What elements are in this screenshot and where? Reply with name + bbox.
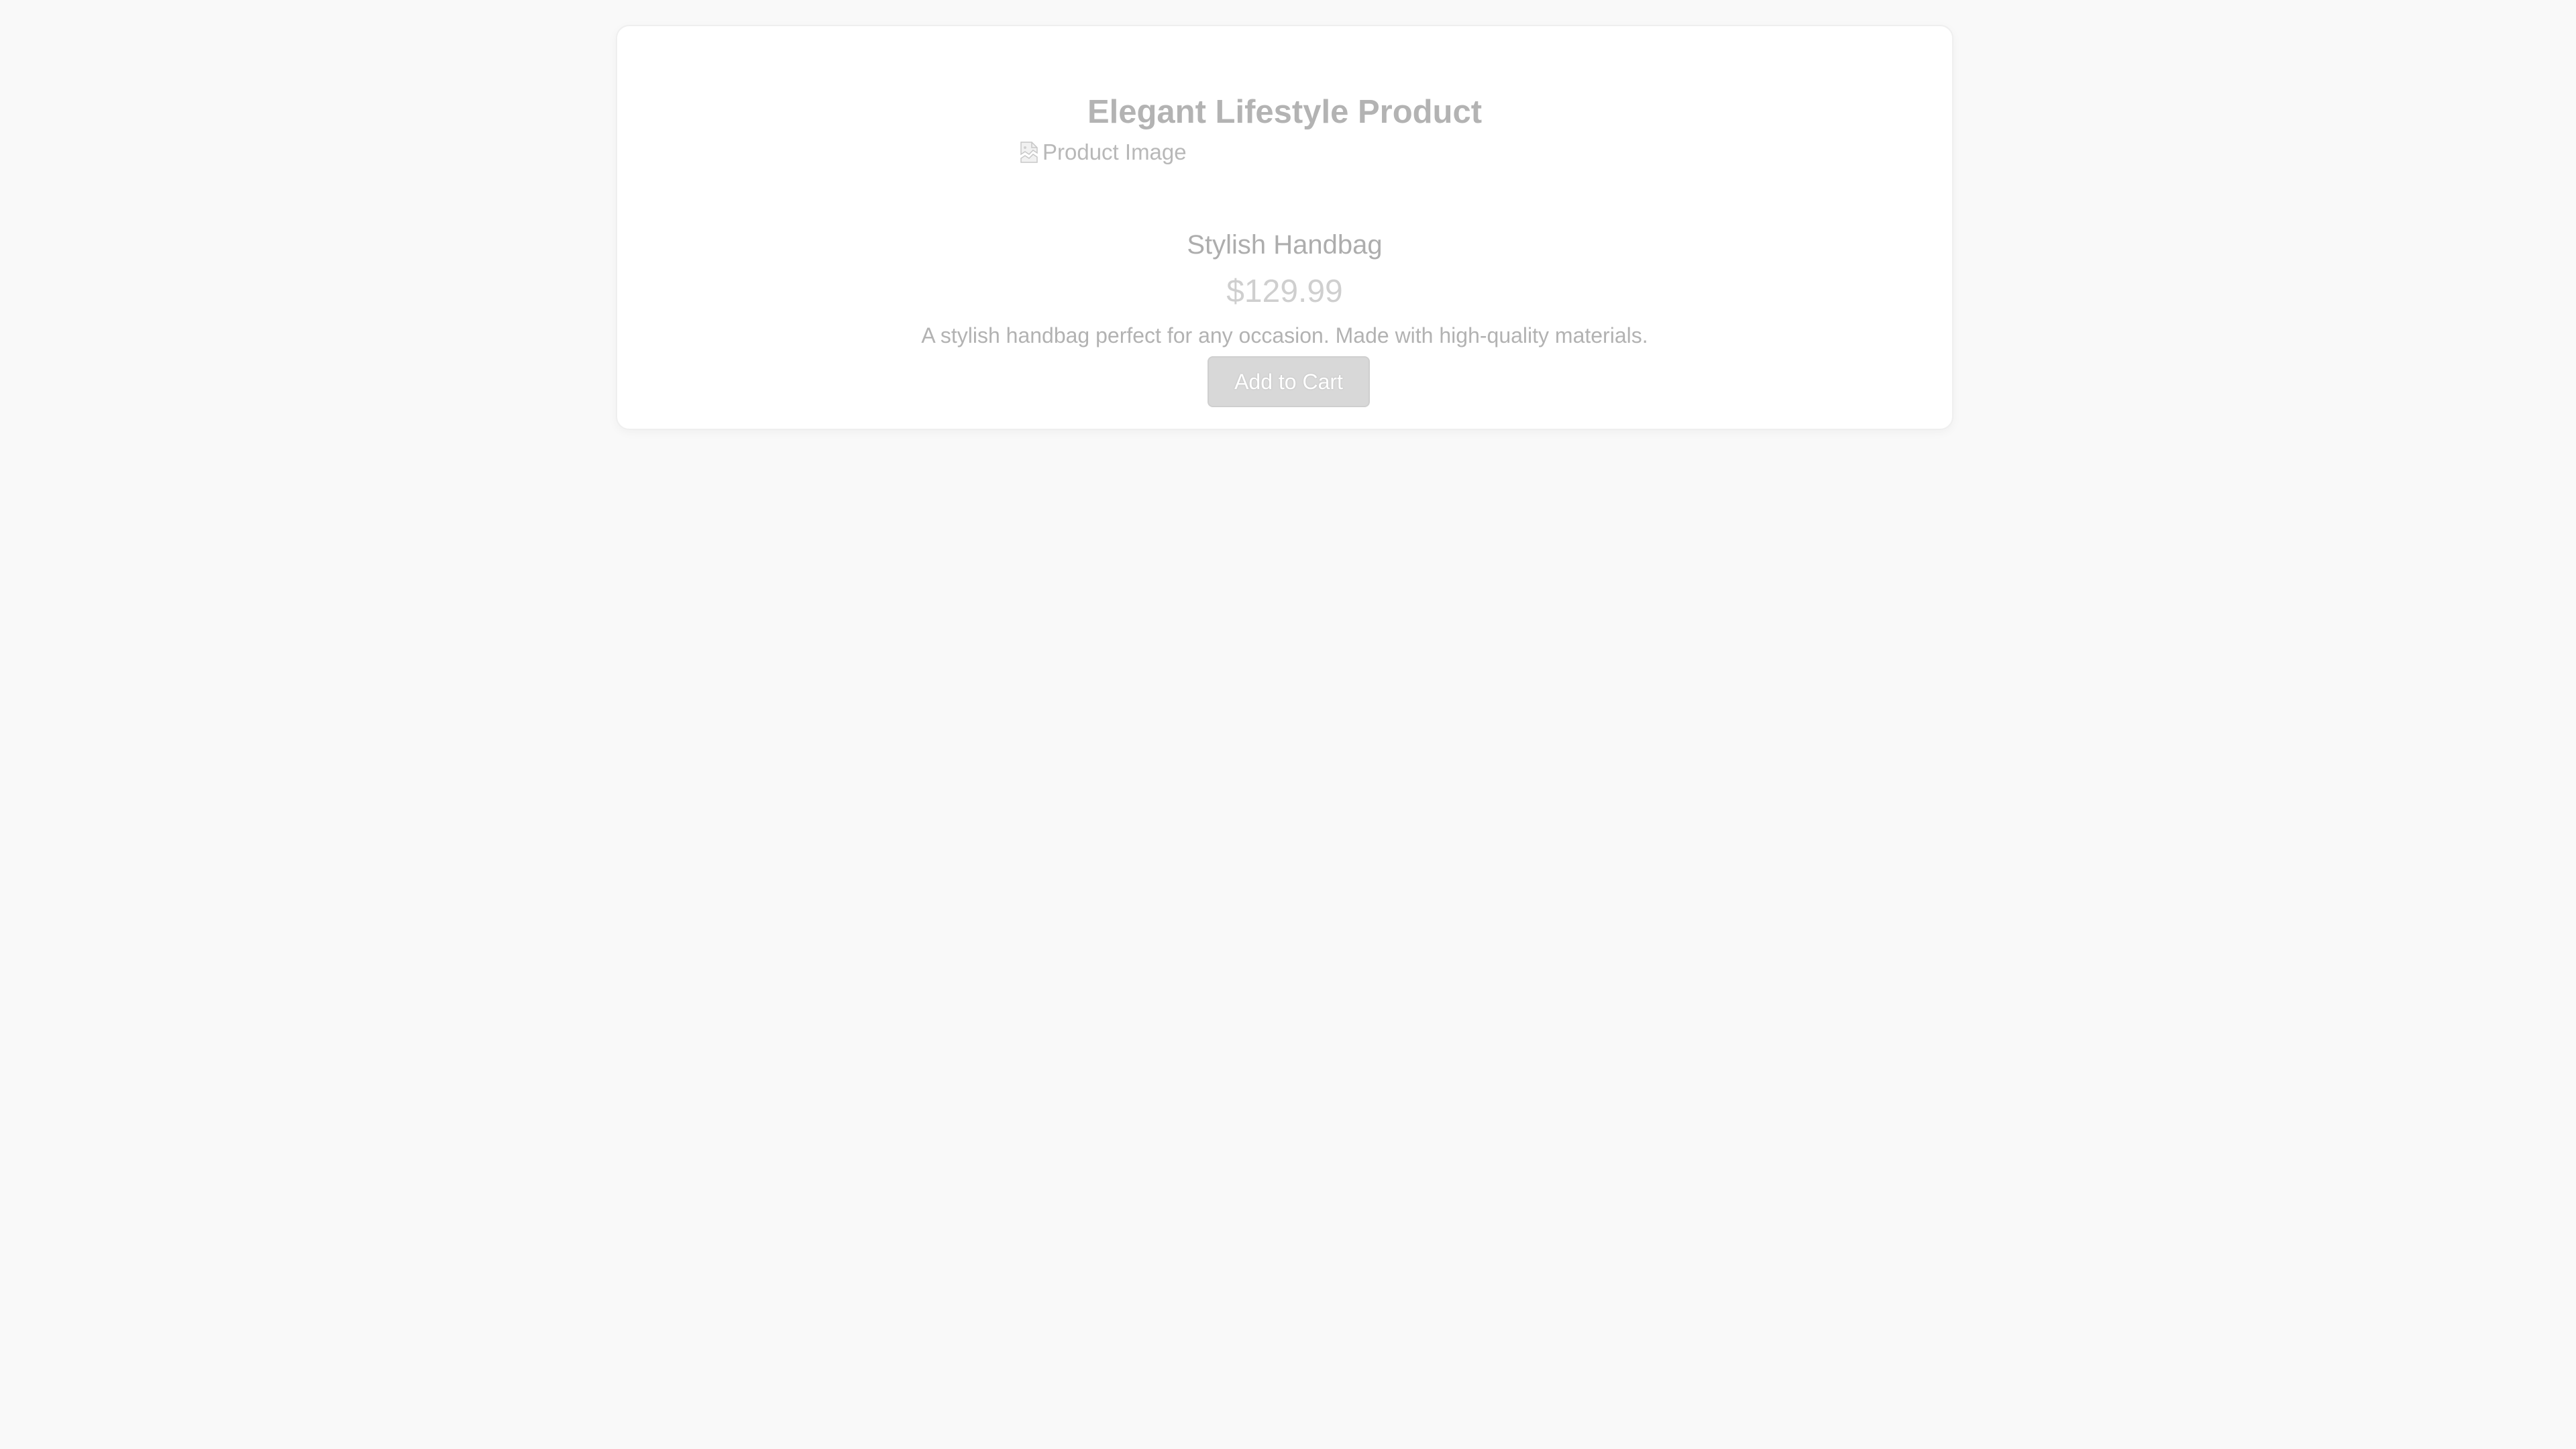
page-title: Elegant Lifestyle Product (1087, 94, 1483, 130)
product-card: Elegant Lifestyle Product Product Image … (616, 25, 1953, 430)
product-name: Stylish Handbag (1187, 230, 1383, 260)
product-description: A stylish handbag perfect for any occasi… (921, 323, 1648, 347)
broken-image-icon (1017, 138, 1041, 165)
product-image-alt-text: Product Image (1042, 139, 1187, 164)
product-image: Product Image (1017, 135, 1187, 168)
add-to-cart-button[interactable]: Add to Cart (1208, 356, 1370, 407)
product-price: $129.99 (1226, 274, 1343, 309)
page: Elegant Lifestyle Product Product Image … (0, 0, 2576, 1449)
